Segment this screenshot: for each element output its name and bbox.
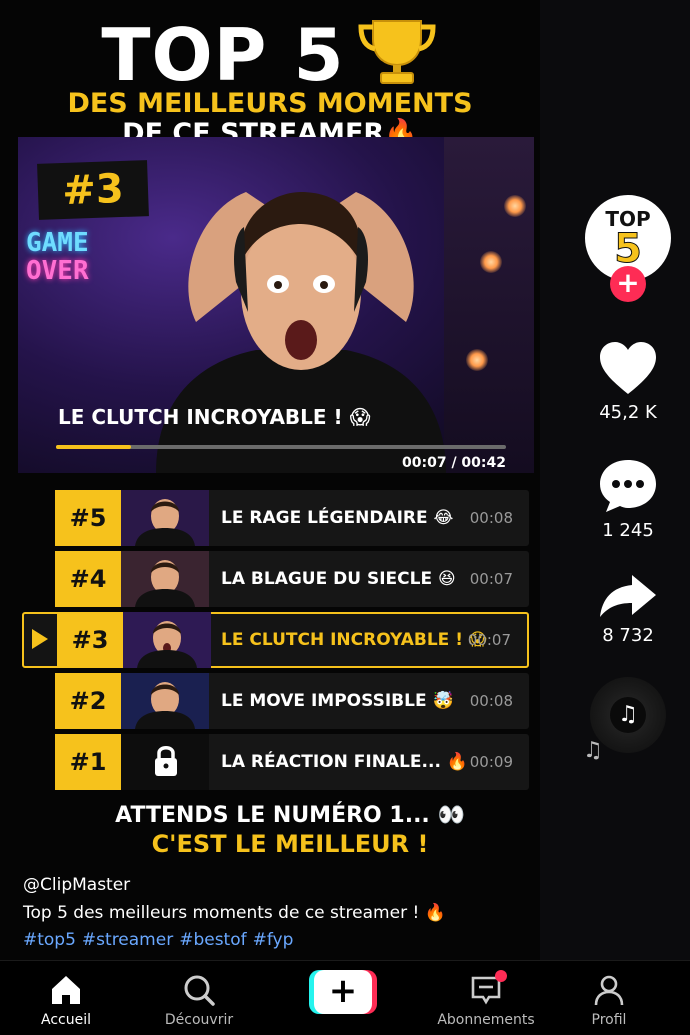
rank-badge: #3 <box>37 160 149 220</box>
video-area[interactable]: TOP 5 DES MEILLEURS MOMENTS DE CE STREAM… <box>0 0 540 960</box>
play-icon <box>32 629 48 649</box>
hashtag[interactable]: #streamer <box>82 930 173 950</box>
page-subtitle: DES MEILLEURS MOMENTS <box>67 88 473 119</box>
lamp-light <box>466 349 488 371</box>
plus-icon: + <box>314 970 372 1014</box>
comment-icon <box>600 460 656 512</box>
home-icon <box>52 976 80 1004</box>
row-rank: #2 <box>55 673 121 729</box>
neon-sign: GAME OVER <box>26 228 89 286</box>
list-item-rank4[interactable]: #4 LA BLAGUE DU SIECLE 😆 00:07 <box>55 551 529 607</box>
hashtag-list: #top5 #streamer #bestof #fyp <box>23 930 299 950</box>
comment-count: 1 245 <box>602 520 654 541</box>
row-rank: #5 <box>55 490 121 546</box>
tab-inbox[interactable]: Abonnements <box>426 961 546 1035</box>
follow-button[interactable]: + <box>610 266 646 302</box>
row-duration: 00:09 <box>469 753 513 771</box>
hashtag[interactable]: #bestof <box>179 930 246 950</box>
plus-icon: + <box>616 266 640 299</box>
row-thumbnail <box>121 551 209 607</box>
row-duration: 00:08 <box>469 692 513 710</box>
row-label: LE MOVE IMPOSSIBLE 🤯 <box>221 691 454 711</box>
cta-line-2: C'EST LE MEILLEUR ! <box>151 830 429 858</box>
hashtag[interactable]: #fyp <box>253 930 294 950</box>
post-caption: Top 5 des meilleurs moments de ce stream… <box>23 903 446 923</box>
row-thumbnail-locked <box>121 734 209 790</box>
lamp-light <box>480 251 502 273</box>
tab-discover[interactable]: Découvrir <box>139 961 259 1035</box>
row-duration: 00:07 <box>469 570 513 588</box>
like-button[interactable]: 45,2 K <box>578 340 678 423</box>
list-item-rank2[interactable]: #2 LE MOVE IMPOSSIBLE 🤯 00:08 <box>55 673 529 729</box>
progress-bar[interactable] <box>56 445 506 449</box>
create-button[interactable]: + <box>309 970 377 1014</box>
row-duration: 00:08 <box>469 509 513 527</box>
list-item-rank1[interactable]: #1 LA RÉACTION FINALE... 🔥 00:09 <box>55 734 529 790</box>
like-count: 45,2 K <box>599 402 657 423</box>
lock-icon <box>155 746 177 776</box>
row-label: LA BLAGUE DU SIECLE 😆 <box>221 569 456 589</box>
heart-icon <box>600 342 656 394</box>
music-note-icon: ♫ <box>610 697 646 733</box>
tab-home[interactable]: Accueil <box>6 961 126 1035</box>
row-label: LE RAGE LÉGENDAIRE 😂 <box>221 508 454 528</box>
row-label: LE CLUTCH INCROYABLE ! 😱 <box>221 630 487 650</box>
row-duration: 00:07 <box>467 631 511 649</box>
share-button[interactable]: 8 732 <box>578 573 678 646</box>
comment-button[interactable]: 1 245 <box>578 458 678 541</box>
floating-note-icon: ♫ <box>583 738 603 763</box>
tab-profile[interactable]: Profil <box>549 961 669 1035</box>
progress-fill <box>56 445 132 449</box>
row-rank: #1 <box>55 734 121 790</box>
list-item-rank3[interactable]: #3 LE CLUTCH INCROYABLE ! 😱 00:07 <box>22 612 529 668</box>
list-item-rank5[interactable]: #5 LE RAGE LÉGENDAIRE 😂 00:08 <box>55 490 529 546</box>
cta-line-1: ATTENDS LE NUMÉRO 1... 👀 <box>115 803 465 828</box>
hashtag[interactable]: #top5 <box>23 930 76 950</box>
row-label: LA RÉACTION FINALE... 🔥 <box>221 752 468 772</box>
share-count: 8 732 <box>602 625 654 646</box>
row-thumbnail <box>123 612 211 668</box>
row-thumbnail <box>121 490 209 546</box>
profile-icon <box>594 975 624 1006</box>
row-rank: #4 <box>55 551 121 607</box>
time-readout: 00:07 / 00:42 <box>402 455 506 471</box>
clip-title: LE CLUTCH INCROYABLE ! 😱 <box>58 405 371 429</box>
row-rank: #3 <box>57 612 123 668</box>
author-handle[interactable]: @ClipMaster <box>23 875 130 895</box>
lamp-light <box>504 195 526 217</box>
notification-dot <box>495 970 507 982</box>
row-thumbnail <box>121 673 209 729</box>
share-icon <box>600 575 656 617</box>
search-icon <box>184 975 215 1006</box>
video-thumbnail[interactable]: GAME OVER #3 LE CLUTCH INCROYABLE ! 😱 00… <box>18 137 534 473</box>
